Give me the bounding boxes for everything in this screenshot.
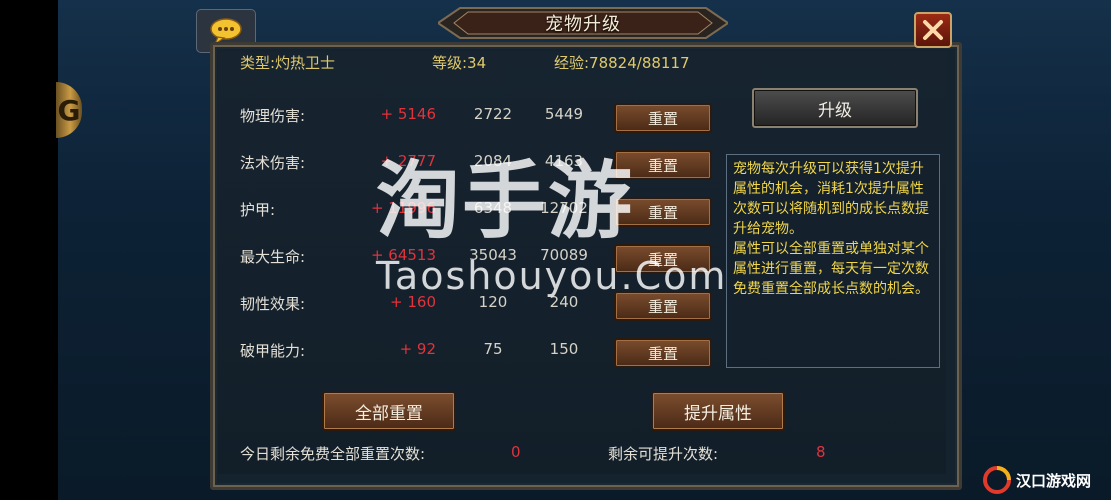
reset-toughness-button[interactable]: 重置	[614, 291, 712, 321]
stat-max-armor: 12702	[540, 199, 588, 217]
stat-current-physical-damage: 2722	[473, 105, 513, 123]
reset-armor-break-button[interactable]: 重置	[614, 338, 712, 368]
close-icon	[923, 20, 943, 40]
free-reset-count: 0	[511, 443, 521, 461]
reset-magic-damage-button[interactable]: 重置	[614, 150, 712, 180]
stat-bonus-max-health: + 64513	[370, 246, 436, 264]
title-banner: 宠物升级	[438, 4, 728, 42]
stat-label-physical-damage: 物理伤害:	[240, 107, 306, 125]
description-paragraph-1: 宠物每次升级可以获得1次提升属性的机会，消耗1次提升属性次数可以将随机到的成长点…	[733, 161, 929, 237]
stat-current-max-health: 35043	[469, 246, 517, 264]
stat-max-magic-damage: 4163	[544, 152, 584, 170]
stat-current-armor-break: 75	[483, 340, 503, 358]
close-button[interactable]	[914, 12, 952, 48]
left-letterbox	[0, 0, 58, 500]
remaining-upgrades-label: 剩余可提升次数:	[608, 445, 719, 463]
page-title: 宠物升级	[545, 14, 621, 35]
reset-armor-button[interactable]: 重置	[614, 197, 712, 227]
stat-label-max-health: 最大生命:	[240, 248, 306, 266]
reset-physical-damage-button[interactable]: 重置	[614, 103, 712, 133]
reset-max-health-button[interactable]: 重置	[614, 244, 712, 274]
logo-text: 汉口游戏网	[1016, 471, 1092, 490]
reset-all-button[interactable]: 全部重置	[322, 391, 456, 431]
stat-bonus-physical-damage: + 5146	[380, 105, 436, 123]
pet-experience: 经验:78824/88117	[554, 54, 690, 72]
logo-swirl-icon	[983, 466, 1011, 494]
pet-type: 类型:灼热卫士	[240, 54, 336, 72]
upgrade-description: 宠物每次升级可以获得1次提升属性的机会，消耗1次提升属性次数可以将随机到的成长点…	[726, 154, 940, 368]
stat-current-magic-damage: 2084	[473, 152, 513, 170]
stat-current-armor: 6348	[473, 199, 513, 217]
stat-bonus-magic-damage: + 2777	[380, 152, 436, 170]
description-paragraph-2: 属性可以全部重置或单独对某个属性进行重置，每天有一定次数免费重置全部成长点数的机…	[733, 241, 929, 297]
pet-level: 等级:34	[432, 54, 487, 72]
stat-max-armor-break: 150	[549, 340, 579, 358]
stat-label-toughness: 韧性效果:	[240, 295, 306, 313]
speech-bubble-icon	[210, 18, 242, 45]
stat-current-toughness: 120	[478, 293, 508, 311]
upgrade-button[interactable]: 升级	[752, 88, 918, 128]
stat-bonus-toughness: + 160	[390, 293, 436, 311]
stat-label-armor-break: 破甲能力:	[240, 342, 306, 360]
stat-bonus-armor-break: + 92	[399, 340, 436, 358]
stat-max-physical-damage: 5449	[544, 105, 584, 123]
stat-max-toughness: 240	[549, 293, 579, 311]
site-logo: 汉口游戏网	[982, 464, 1108, 496]
stat-label-magic-damage: 法术伤害:	[240, 154, 306, 172]
remaining-upgrades-count: 8	[816, 443, 826, 461]
free-reset-label: 今日剩余免费全部重置次数:	[240, 445, 426, 463]
improve-attribute-button[interactable]: 提升属性	[651, 391, 785, 431]
stat-max-max-health: 70089	[540, 246, 588, 264]
stat-label-armor: 护甲:	[240, 201, 276, 219]
stat-bonus-armor: + 11996	[370, 199, 436, 217]
